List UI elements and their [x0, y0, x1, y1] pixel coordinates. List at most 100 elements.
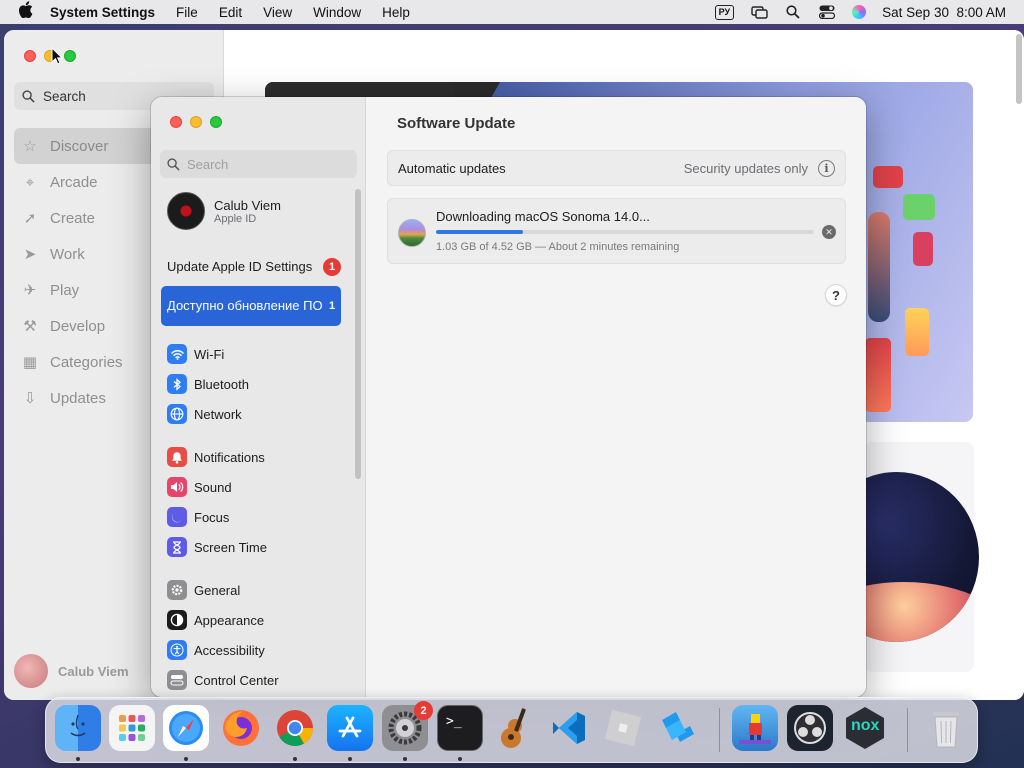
menu-clock[interactable]: Sat Sep 30 8:00 AM	[882, 5, 1006, 20]
download-progress-fill	[436, 230, 523, 234]
item-label: Wi-Fi	[194, 346, 225, 362]
download-progress-card: Downloading macOS Sonoma 14.0... 1.03 GB…	[387, 198, 846, 264]
app-store-icon[interactable]	[327, 705, 373, 751]
screen-mirroring-icon[interactable]	[750, 5, 768, 19]
control-center-icon[interactable]	[818, 5, 836, 19]
sidebar-item-screen-time[interactable]: Screen Time	[167, 537, 267, 557]
nav-label: Create	[50, 209, 96, 227]
firefox-icon[interactable]	[218, 705, 264, 751]
roblox-icon[interactable]	[600, 705, 646, 751]
item-label: Accessibility	[194, 642, 265, 658]
zoom-window-button[interactable]	[210, 116, 222, 128]
spotlight-search-icon[interactable]	[784, 5, 802, 19]
gear-icon	[167, 580, 187, 600]
settings-sidebar: Search Calub Viem Apple ID Update Apple …	[151, 97, 366, 697]
automatic-updates-label: Automatic updates	[398, 160, 506, 176]
sidebar-item-control-center[interactable]: Control Center	[167, 670, 279, 690]
item-label: Доступно обновление ПО	[167, 298, 323, 314]
help-button[interactable]: ?	[825, 284, 847, 306]
sidebar-item-network[interactable]: Network	[167, 404, 242, 424]
update-apple-id-settings-item[interactable]: Update Apple ID Settings 1	[161, 250, 341, 284]
subway-surfers-icon[interactable]	[732, 705, 778, 751]
close-window-button[interactable]	[24, 50, 36, 62]
sidebar-item-focus[interactable]: Focus	[167, 507, 229, 527]
item-label: Notifications	[194, 449, 265, 465]
control-center-icon	[167, 670, 187, 690]
chrome-icon[interactable]	[272, 705, 318, 751]
finder-icon[interactable]	[55, 705, 101, 751]
account-subtitle: Apple ID	[214, 212, 257, 225]
trash-icon[interactable]	[923, 705, 969, 751]
nav-label: Categories	[50, 353, 123, 371]
menu-file[interactable]: File	[176, 5, 198, 20]
software-update-pane: Software Update Automatic updates Securi…	[367, 97, 866, 697]
notification-badge: 2	[414, 701, 433, 720]
system-settings-icon[interactable]: 2	[382, 701, 433, 751]
sidebar-item-notifications[interactable]: Notifications	[167, 447, 265, 467]
menu-help[interactable]: Help	[382, 5, 410, 20]
sidebar-item-general[interactable]: General	[167, 580, 240, 600]
apple-menu-icon[interactable]	[0, 1, 50, 23]
menu-view[interactable]: View	[263, 5, 292, 20]
hammer-icon: ⚒	[23, 318, 37, 335]
zoom-window-button[interactable]	[64, 50, 76, 62]
nox-icon[interactable]: nox	[842, 705, 888, 751]
automatic-updates-value: Security updates only	[683, 160, 808, 176]
software-update-available-item[interactable]: Доступно обновление ПО 1	[161, 286, 341, 326]
menu-window[interactable]: Window	[313, 5, 361, 20]
globe-icon	[167, 404, 187, 424]
sidebar-item-appearance[interactable]: Appearance	[167, 610, 264, 630]
person-figure-graphic	[868, 212, 890, 322]
safari-icon[interactable]	[163, 705, 209, 751]
close-window-button[interactable]	[170, 116, 182, 128]
item-label: Update Apple ID Settings	[167, 259, 313, 275]
apple-id-account[interactable]: Calub Viem Apple ID	[167, 192, 281, 230]
account-name: Calub Viem	[214, 197, 281, 213]
obs-icon[interactable]	[787, 705, 833, 751]
star-icon: ☆	[23, 138, 37, 155]
sidebar-item-accessibility[interactable]: Accessibility	[167, 640, 265, 660]
floating-card-graphic	[905, 308, 929, 356]
app-store-account[interactable]: Calub Viem	[14, 654, 129, 688]
minimize-window-button[interactable]	[190, 116, 202, 128]
running-indicator	[184, 757, 188, 761]
dock-separator	[719, 708, 720, 752]
sidebar-item-wifi[interactable]: Wi-Fi	[167, 344, 224, 364]
launchpad-icon[interactable]	[109, 705, 155, 751]
floating-card-graphic	[865, 338, 891, 412]
search-icon	[22, 89, 35, 103]
cancel-download-button[interactable]: ✕	[822, 225, 836, 239]
item-label: General	[194, 582, 241, 598]
nav-label: Play	[50, 281, 80, 299]
vscode-icon[interactable]	[546, 705, 592, 751]
sidebar-item-sound[interactable]: Sound	[167, 477, 232, 497]
download-title: Downloading macOS Sonoma 14.0...	[436, 209, 650, 224]
system-settings-window: Search Calub Viem Apple ID Update Apple …	[151, 97, 866, 697]
garageband-icon[interactable]	[491, 705, 537, 751]
nav-label: Work	[50, 245, 85, 263]
menu-edit[interactable]: Edit	[219, 5, 242, 20]
nav-label: Arcade	[50, 173, 98, 191]
item-label: Sound	[194, 479, 232, 495]
sidebar-scrollbar[interactable]	[355, 189, 361, 479]
menu-app-name[interactable]: System Settings	[50, 5, 155, 20]
siri-icon[interactable]	[852, 5, 867, 19]
info-icon[interactable]: i	[818, 159, 835, 177]
roblox-studio-icon[interactable]	[655, 705, 701, 751]
settings-search-field[interactable]: Search	[160, 150, 357, 178]
search-icon	[167, 157, 180, 171]
nav-label: Updates	[50, 389, 106, 407]
running-indicator	[403, 757, 407, 761]
avatar	[14, 654, 48, 688]
item-label: Bluetooth	[194, 376, 249, 392]
sidebar-item-bluetooth[interactable]: Bluetooth	[167, 374, 249, 394]
input-source-indicator[interactable]: РУ	[714, 4, 735, 20]
floating-card-graphic	[903, 194, 935, 220]
terminal-icon[interactable]: >_	[437, 705, 483, 751]
running-indicator	[293, 757, 297, 761]
mouse-cursor	[51, 47, 63, 65]
account-name: Calub Viem	[58, 663, 129, 679]
page-title: Software Update	[397, 115, 516, 132]
scrollbar[interactable]	[1016, 34, 1022, 104]
item-label: Network	[194, 406, 242, 422]
